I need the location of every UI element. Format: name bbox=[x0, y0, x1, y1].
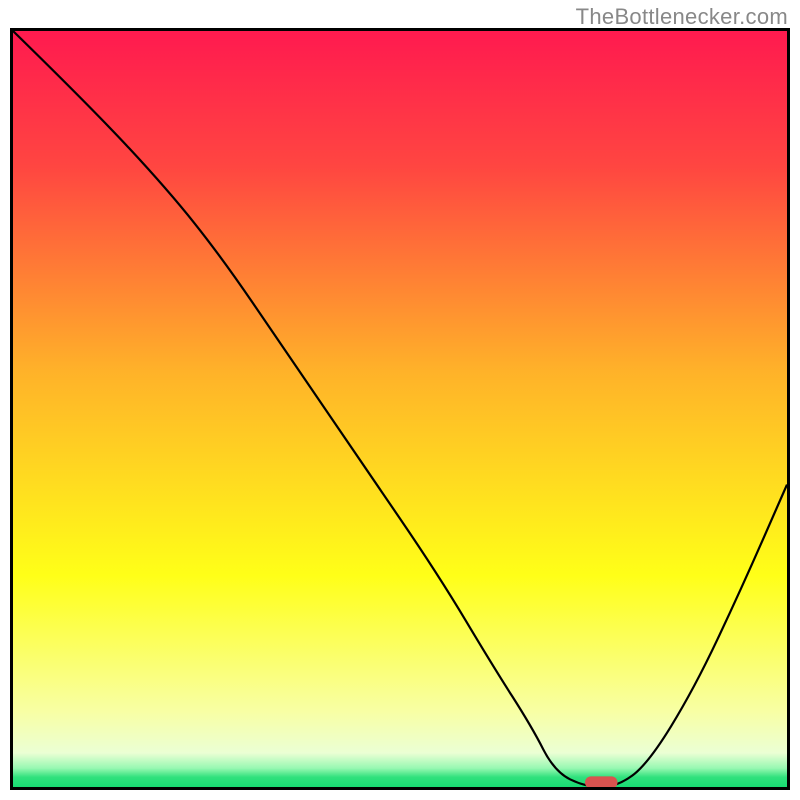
watermark: TheBottlenecker.com bbox=[576, 4, 788, 30]
chart-frame bbox=[10, 28, 790, 790]
optimal-marker bbox=[585, 776, 618, 787]
chart-canvas bbox=[13, 31, 787, 787]
gradient-background bbox=[13, 31, 787, 787]
